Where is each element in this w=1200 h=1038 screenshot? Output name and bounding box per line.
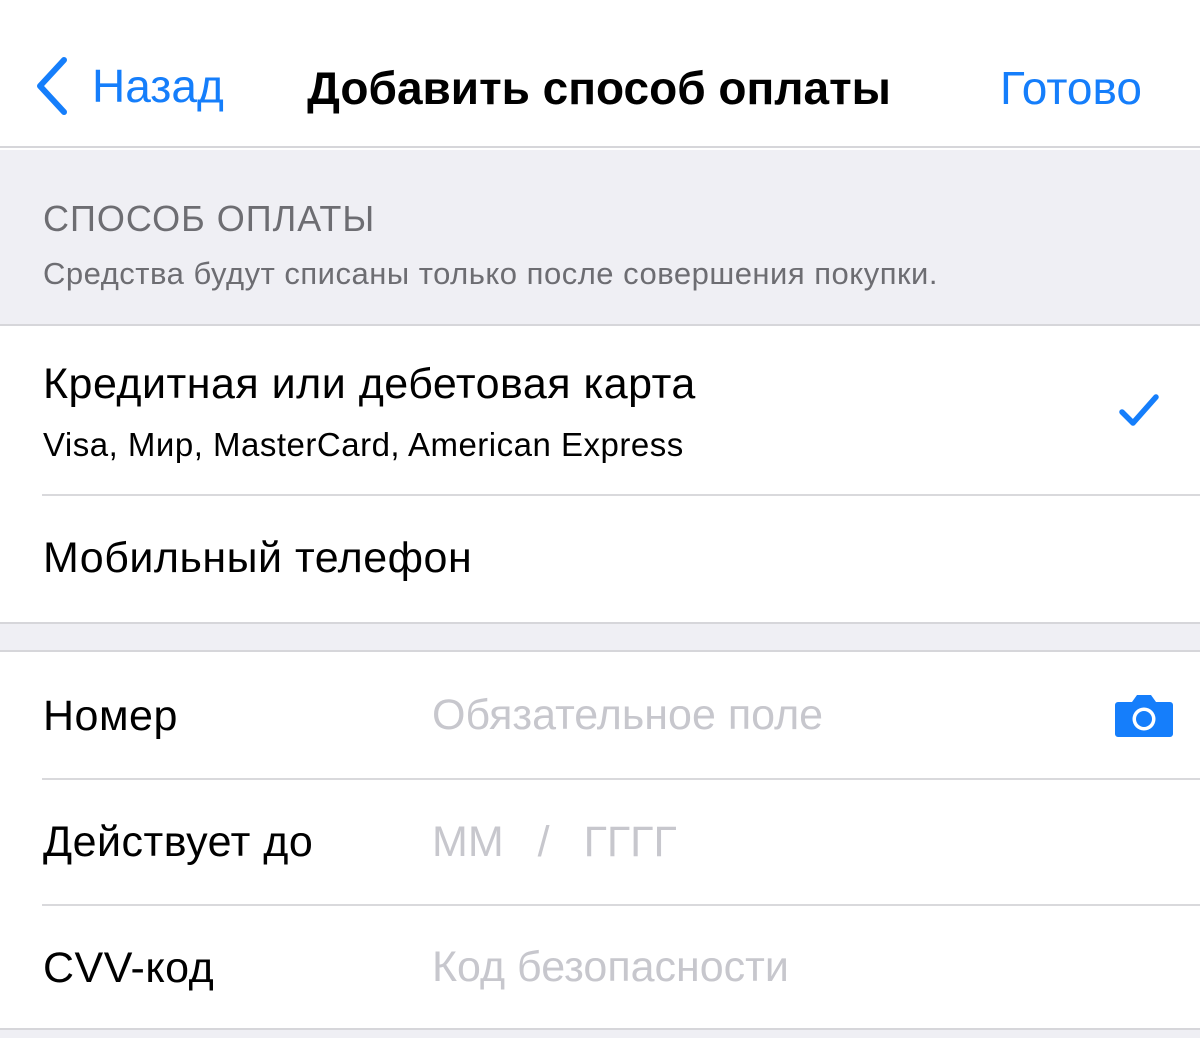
navigation-bar: Назад Добавить способ оплаты Готово (0, 0, 1200, 148)
expiry-input[interactable]: ММ / ГГГГ (432, 818, 677, 867)
card-option-title: Кредитная или дебетовая карта (43, 360, 696, 408)
card-number-row: Номер (0, 654, 1200, 780)
camera-icon[interactable] (1114, 692, 1174, 738)
card-number-input[interactable] (432, 684, 1092, 746)
checkmark-icon (1119, 394, 1159, 426)
payment-method-card[interactable]: Кредитная или дебетовая карта Visa, Мир,… (0, 328, 1200, 496)
expiry-label: Действует до (43, 818, 314, 866)
expiry-year-placeholder: ГГГГ (583, 818, 677, 866)
payment-method-mobile-phone[interactable]: Мобильный телефон (0, 496, 1200, 622)
page-title-text: Добавить способ оплаты (307, 62, 891, 114)
expiry-month-placeholder: ММ (432, 818, 504, 866)
section-note: Средства будут списаны только после сове… (43, 256, 938, 291)
cvv-row: CVV-код (0, 906, 1200, 1032)
card-option-subtitle: Visa, Мир, MasterCard, American Express (43, 426, 684, 463)
bottom-gap (0, 1028, 1200, 1038)
done-button[interactable]: Готово (1000, 60, 1142, 116)
expiry-separator: / (537, 818, 550, 866)
cvv-input[interactable] (432, 936, 1092, 998)
payment-method-section-header: СПОСОБ ОПЛАТЫ Средства будут списаны тол… (0, 150, 1200, 326)
expiry-row: Действует до ММ / ГГГГ (0, 780, 1200, 906)
section-title: СПОСОБ ОПЛАТЫ (43, 198, 376, 239)
section-gap (0, 622, 1200, 652)
mobile-phone-option-title: Мобильный телефон (43, 534, 473, 582)
cvv-label: CVV-код (43, 944, 215, 992)
card-number-label: Номер (43, 692, 178, 740)
